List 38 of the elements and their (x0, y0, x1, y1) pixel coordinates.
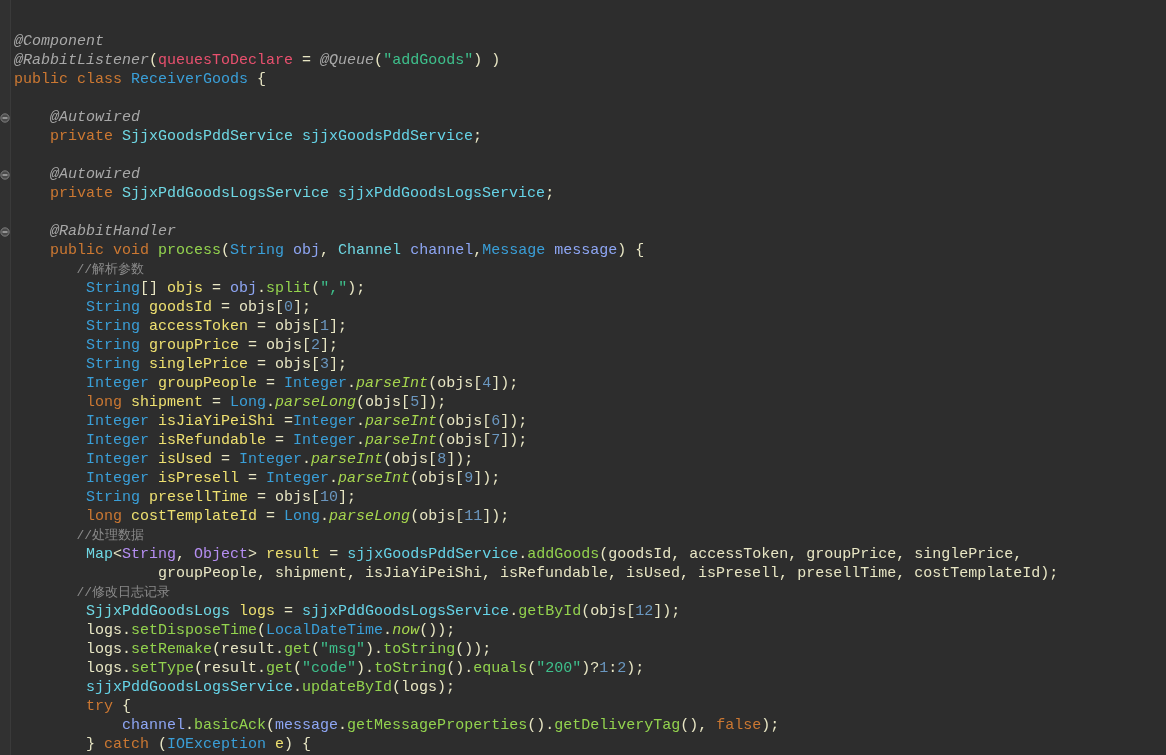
code-line: @RabbitListener(queuesToDeclare = @Queue("addGoods") ) (14, 51, 501, 70)
code-line: SjjxPddGoodsLogs logs = sjjxPddGoodsLogsService.getById(objs[12]); (85, 602, 681, 621)
code-line: Integer groupPeople = Integer.parseInt(objs[4]); (85, 374, 519, 393)
code-line: logs.setRemake(result.get("msg").toString()); (85, 640, 492, 659)
code-line: logs.setDisposeTime(LocalDateTime.now()); (85, 621, 456, 640)
fold-marker-icon[interactable] (0, 168, 10, 181)
code-line: //处理数据 (75, 527, 144, 545)
code-line: //解析参数 (75, 261, 144, 279)
code-line: } catch (IOException e) { (85, 735, 312, 754)
code-line: groupPeople, shipment, isJiaYiPeiShi, isRefundable, isUsed, isPresell, presellTime, costTemplateId); (157, 564, 1059, 583)
code-line: @Autowired (49, 108, 141, 127)
fold-marker-icon[interactable] (0, 111, 10, 124)
code-line: channel.basicAck(message.getMessageProperties().getDeliveryTag(), false); (121, 716, 780, 735)
code-line: long shipment = Long.parseLong(objs[5]); (85, 393, 447, 412)
code-line: private SjjxPddGoodsLogsService sjjxPddGoodsLogsService; (49, 184, 555, 203)
code-line: String groupPrice = objs[2]; (85, 336, 339, 355)
code-line: sjjxPddGoodsLogsService.updateById(logs); (85, 678, 456, 697)
code-line: public void process(String obj, Channel channel,Message message) { (49, 241, 645, 260)
fold-marker-icon[interactable] (0, 225, 10, 238)
code-line: Integer isRefundable = Integer.parseInt(objs[7]); (85, 431, 528, 450)
code-line: String accessToken = objs[1]; (85, 317, 348, 336)
code-line: logs.setType(result.get("code").toString().equals("200")?1:2); (85, 659, 645, 678)
code-line: String singlePrice = objs[3]; (85, 355, 348, 374)
code-line: long costTemplateId = Long.parseLong(objs[11]); (85, 507, 510, 526)
code-line: @RabbitHandler (49, 222, 177, 241)
code-line: private SjjxGoodsPddService sjjxGoodsPddService; (49, 127, 483, 146)
code-line: @Autowired (49, 165, 141, 184)
code-line: try { (85, 697, 132, 716)
code-line: @Component (14, 32, 104, 51)
code-line: public class ReceiverGoods { (14, 70, 267, 89)
code-line: Integer isUsed = Integer.parseInt(objs[8]); (85, 450, 474, 469)
code-line: String goodsId = objs[0]; (85, 298, 312, 317)
code-line: Integer isPresell = Integer.parseInt(objs[9]); (85, 469, 501, 488)
code-line: Map<String, Object> result = sjjxGoodsPddService.addGoods(goodsId, accessToken, groupPrice, singlePrice, (85, 545, 1023, 564)
code-line: String presellTime = objs[10]; (85, 488, 357, 507)
code-line: Integer isJiaYiPeiShi =Integer.parseInt(objs[6]); (85, 412, 528, 431)
code-line: String[] objs = obj.split(","); (85, 279, 366, 298)
code-line: //修改日志记录 (75, 584, 170, 602)
